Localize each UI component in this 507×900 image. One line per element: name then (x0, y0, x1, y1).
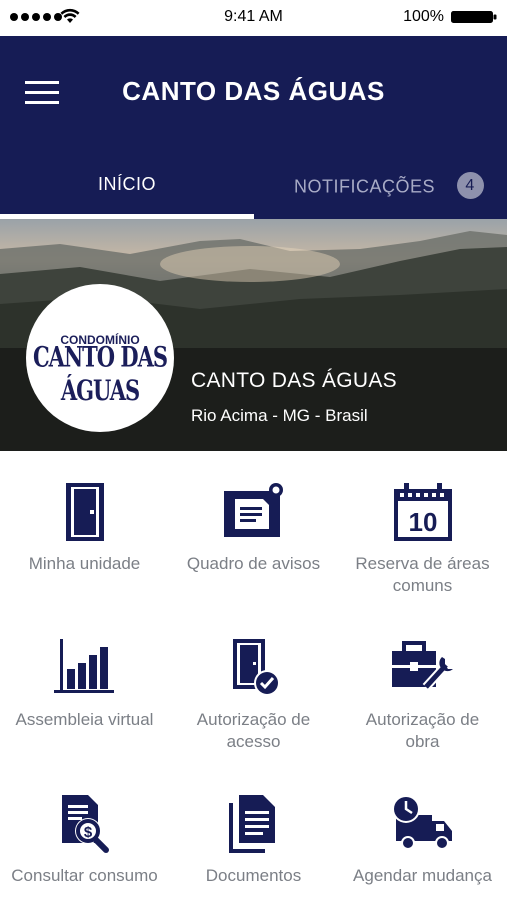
menu-item-agendar-mudanca[interactable]: Agendar mudança (338, 793, 507, 887)
document-money-icon: $ (61, 795, 109, 853)
menu-item-autorizacao-de-obra[interactable]: Autorização de obra (338, 637, 507, 753)
tab-notificacoes-label: NOTIFICAÇÕES (294, 176, 436, 197)
menu-item-label: Consultar consumo (11, 866, 158, 885)
door-icon (65, 483, 104, 541)
menu-item-label: Minha unidade (28, 554, 141, 573)
calendar-day-number: 10 (408, 507, 437, 537)
app-header: CANTO DAS ÁGUAS INÍCIO NOTIFICAÇÕES 4 (0, 36, 507, 219)
menu-item-assembleia-virtual[interactable]: Assembleia virtual (0, 637, 169, 731)
toolbox-icon (391, 641, 453, 691)
page-title: CANTO DAS ÁGUAS (122, 76, 385, 106)
logo-wordmark: CANTO DAS ÁGUAS (32, 339, 168, 407)
svg-text:$: $ (83, 824, 92, 841)
menu-item-label: Assembleia virtual (15, 710, 154, 729)
truck-clock-icon (391, 795, 452, 850)
condominium-logo: CONDOMÍNIO CANTO DAS ÁGUAS (26, 284, 174, 432)
menu-item-label: Agendar mudança (353, 866, 492, 885)
tab-inicio-label: INÍCIO (97, 174, 156, 194)
menu-item-label: Autorização de obra (365, 710, 480, 751)
calendar-icon: 10 (393, 483, 452, 541)
bar-chart-icon (53, 639, 114, 693)
menu-item-documentos[interactable]: Documentos (169, 793, 338, 887)
menu-item-label: Autorização de acesso (196, 710, 311, 751)
door-check-icon (232, 639, 280, 696)
condominium-banner: CONDOMÍNIO CANTO DAS ÁGUAS CANTO DAS ÁGU… (0, 219, 507, 451)
condominium-name: CANTO DAS ÁGUAS (191, 369, 397, 392)
notification-count-badge: 4 (456, 172, 484, 199)
menu-item-label: Quadro de avisos (186, 554, 321, 573)
notice-board-icon (223, 483, 283, 537)
menu-item-autorizacao-de-acesso[interactable]: Autorização de acesso (169, 637, 338, 753)
menu-item-reserva-areas-comuns[interactable]: 10 Reserva de áreas comuns (338, 481, 507, 597)
battery-icon (451, 11, 497, 23)
documents-icon (228, 795, 275, 853)
menu-item-consultar-consumo[interactable]: $ Consultar consumo (0, 793, 169, 887)
menu-item-quadro-de-avisos[interactable]: Quadro de avisos (169, 481, 338, 575)
tab-inicio[interactable]: INÍCIO (0, 174, 254, 202)
condominium-location: Rio Acima - MG - Brasil (191, 406, 368, 425)
menu-item-label: Documentos (205, 866, 302, 885)
battery-percentage: 100% (403, 8, 444, 25)
menu-item-minha-unidade[interactable]: Minha unidade (0, 481, 169, 575)
menu-item-label: Reserva de áreas comuns (355, 554, 490, 595)
status-bar: 9:41 AM 100% (0, 0, 507, 36)
tab-notificacoes[interactable]: NOTIFICAÇÕES 4 (254, 172, 507, 202)
